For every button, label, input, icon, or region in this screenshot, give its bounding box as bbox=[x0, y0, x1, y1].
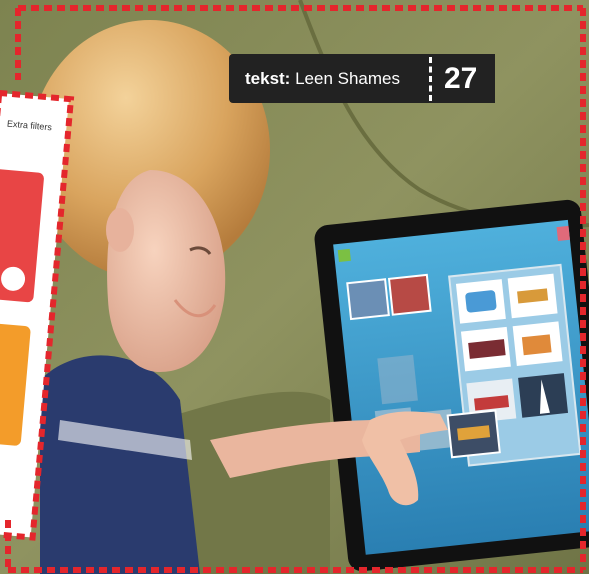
byline-box: tekst: Leen Shames 27 bbox=[229, 54, 495, 103]
byline-separator bbox=[429, 56, 432, 101]
tablet bbox=[314, 199, 589, 572]
extra-filters-label: Extra filters bbox=[6, 118, 53, 133]
magazine-page: Extra filters tekst: Leen Shames 27 bbox=[0, 0, 589, 574]
byline-label: tekst: bbox=[245, 68, 291, 88]
child-ear bbox=[106, 208, 134, 252]
byline-author: Leen Shames bbox=[295, 68, 400, 88]
page-number: 27 bbox=[444, 61, 478, 95]
byline-text: tekst: Leen Shames bbox=[229, 69, 423, 89]
